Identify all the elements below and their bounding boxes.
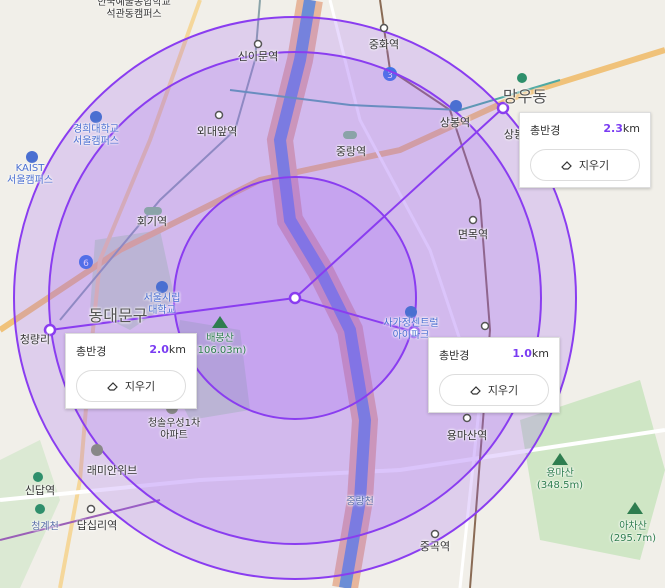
radius-card-2-3km: 총반경 2.3km 지우기 <box>519 112 651 188</box>
radius-card-row: 총반경 1.0km <box>439 347 549 363</box>
radius-label: 총반경 <box>76 345 107 358</box>
peak-height-yongmasan: (348.5m) <box>536 480 584 491</box>
radius-card-row: 총반경 2.3km <box>530 122 640 138</box>
station-marker-junggok[interactable] <box>430 529 440 539</box>
station-marker-junghwa[interactable] <box>379 23 389 33</box>
peak-name-yongmasan: 용마산 <box>546 468 574 479</box>
radius-value: 2.3km <box>603 122 640 135</box>
river-label-cheonggyecheon: 청계천 <box>31 521 59 533</box>
station-label-cheongnyangni[interactable]: 청량리 <box>20 331 50 347</box>
place-label-hufs: 한국예술종합학교 석관동캠퍼스 <box>97 0 171 21</box>
clear-button-label: 지우기 <box>124 380 156 393</box>
station-label-sindap[interactable]: 신답역 <box>25 482 55 498</box>
poi-pin-khu[interactable] <box>90 111 102 123</box>
eraser-icon <box>106 382 118 391</box>
radius-label: 총반경 <box>439 349 470 362</box>
map-canvas[interactable]: 3 6 <box>0 0 665 588</box>
peak-name-achasan: 아차산 <box>619 521 647 532</box>
river-label-jungnangcheon: 중랑천 <box>346 496 374 508</box>
radius-value: 2.0km <box>149 343 186 356</box>
station-marker-cheonggye[interactable] <box>35 504 45 514</box>
station-marker-oedae[interactable] <box>214 110 224 120</box>
station-label-yongmasan[interactable]: 용마산역 <box>447 427 487 443</box>
clear-button-label: 지우기 <box>578 159 610 172</box>
place-label-uos-text: 서울시립 대학교 <box>143 293 181 316</box>
station-label-hoegi[interactable]: 회기역 <box>137 213 167 229</box>
station-marker-mangu[interactable] <box>517 73 527 83</box>
place-label-kaist-text: KAIST 서울캠퍼스 <box>7 163 53 186</box>
station-label-sinimun[interactable]: 신이문역 <box>238 48 278 64</box>
peak-height-achasan: (295.7m) <box>609 533 657 544</box>
place-label-remian: 래미안위브 <box>86 464 138 477</box>
clear-button-label: 지우기 <box>487 384 519 397</box>
poi-pin-uos[interactable] <box>156 281 168 293</box>
station-marker-yongmasan[interactable] <box>462 413 472 423</box>
peak-label-yongmasan: 용마산 (348.5m) <box>537 468 583 492</box>
station-label-sangbong[interactable]: 상봉역 <box>440 114 470 130</box>
eraser-icon <box>469 386 481 395</box>
place-label-uos: 서울시립 대학교 <box>144 293 181 317</box>
radius-card-1-0km: 총반경 1.0km 지우기 <box>428 337 560 413</box>
place-label-hufs-text: 한국예술종합학교 석관동캠퍼스 <box>97 0 171 20</box>
radius-card-row: 총반경 2.0km <box>76 343 186 359</box>
station-marker-dapsimni[interactable] <box>86 504 96 514</box>
clear-button-2-3km[interactable]: 지우기 <box>530 149 640 181</box>
poi-pin-kaist[interactable] <box>26 151 38 163</box>
radius-value: 1.0km <box>512 347 549 360</box>
center-point[interactable] <box>288 291 302 305</box>
station-marker-sagajeong[interactable] <box>480 321 490 331</box>
place-label-khu-text: 경희대학교 서울캠퍼스 <box>73 124 119 147</box>
station-marker-sinimun[interactable] <box>253 39 263 49</box>
clear-button-1-0km[interactable]: 지우기 <box>439 374 549 406</box>
district-label-jungnang: 망우동 <box>502 87 548 106</box>
poi-pin-remian[interactable] <box>91 444 103 456</box>
station-label-junghwa[interactable]: 중화역 <box>369 36 399 52</box>
station-label-dapsimni[interactable]: 답십리역 <box>77 517 117 533</box>
peak-label-achasan: 아차산 (295.7m) <box>610 521 656 545</box>
station-label-junggok[interactable]: 중곡역 <box>420 538 450 554</box>
poi-pin-terminal[interactable] <box>405 306 417 318</box>
place-label-apt-text: 청솔우성1차 아파트 <box>147 418 201 441</box>
station-marker-sindap[interactable] <box>33 472 43 482</box>
eraser-icon <box>560 161 572 170</box>
place-label-kaist: KAIST 서울캠퍼스 <box>7 163 53 187</box>
place-label-khu: 경희대학교 서울캠퍼스 <box>73 124 119 148</box>
station-label-junglang[interactable]: 중랑역 <box>336 143 366 159</box>
station-marker-junglang[interactable] <box>343 131 357 139</box>
district-label-dongdaemun: 동대문구 <box>88 306 148 325</box>
station-marker-myeonmok[interactable] <box>468 215 478 225</box>
peak-label-baebongsan: 배봉산 (106.03m) <box>194 333 247 357</box>
poi-pin-sangbong[interactable] <box>450 100 462 112</box>
radius-card-2-0km: 총반경 2.0km 지우기 <box>65 333 197 409</box>
station-label-myeonmok[interactable]: 면목역 <box>458 226 488 242</box>
place-label-apt: 청솔우성1차 아파트 <box>148 418 200 442</box>
radius-label: 총반경 <box>530 124 561 137</box>
peak-name-baebongsan: 배봉산 <box>206 333 234 344</box>
station-label-oedae[interactable]: 외대앞역 <box>197 123 237 139</box>
peak-height-baebongsan: (106.03m) <box>193 345 247 356</box>
clear-button-2-0km[interactable]: 지우기 <box>76 370 186 402</box>
